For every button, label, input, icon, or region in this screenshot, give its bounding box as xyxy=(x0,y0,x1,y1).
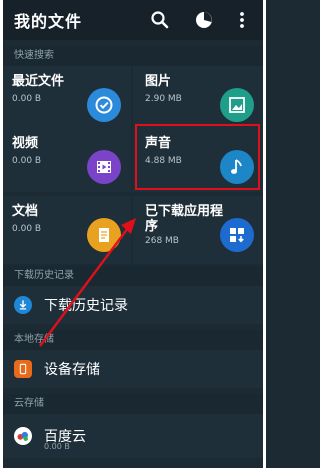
row-sub: 0.00 B xyxy=(44,442,70,451)
phone-icon xyxy=(14,360,32,378)
row-download-history[interactable]: 下载历史记录 xyxy=(0,286,266,324)
clock-icon xyxy=(87,88,121,122)
cloud-icon xyxy=(14,427,32,445)
film-icon xyxy=(87,150,121,184)
image-icon xyxy=(220,88,254,122)
section-download-history: 下载历史记录 xyxy=(0,266,266,286)
more-vert-icon[interactable] xyxy=(232,10,252,30)
section-local-storage: 本地存储 xyxy=(0,330,266,350)
pie-chart-icon[interactable] xyxy=(194,10,214,30)
tile-documents[interactable]: 文档 0.00 B xyxy=(0,196,131,264)
download-icon xyxy=(14,296,32,314)
page-title: 我的文件 xyxy=(14,12,83,31)
tile-videos[interactable]: 视频 0.00 B xyxy=(0,128,131,192)
tile-label: 文档 xyxy=(12,204,39,219)
row-label: 设备存储 xyxy=(44,362,100,378)
row-baidu-cloud[interactable]: 百度云 0.00 B xyxy=(0,414,266,458)
row-device-storage[interactable]: 设备存储 xyxy=(0,350,266,388)
tile-size: 0.00 B xyxy=(12,94,42,104)
tile-label: 图片 xyxy=(145,74,172,89)
highlight-box xyxy=(135,124,260,190)
row-label: 下载历史记录 xyxy=(44,298,128,314)
tile-images[interactable]: 图片 2.90 MB xyxy=(133,66,264,130)
tile-label: 已下载应用程序 xyxy=(145,204,224,234)
tile-size: 268 MB xyxy=(145,236,179,246)
document-icon xyxy=(87,218,121,252)
tile-size: 0.00 B xyxy=(12,156,42,166)
tile-size: 2.90 MB xyxy=(145,94,182,104)
tile-downloaded-apps[interactable]: 已下载应用程序 268 MB xyxy=(133,196,264,264)
tile-label: 最近文件 xyxy=(12,74,65,89)
section-cloud-storage: 云存储 xyxy=(0,394,266,414)
section-quick-search: 快速搜索 xyxy=(0,46,266,66)
tile-size: 0.00 B xyxy=(12,224,42,234)
apps-download-icon xyxy=(220,218,254,252)
tile-recent-files[interactable]: 最近文件 0.00 B xyxy=(0,66,131,130)
search-icon[interactable] xyxy=(150,10,170,30)
app-bar: 我的文件 xyxy=(0,0,266,40)
tile-label: 视频 xyxy=(12,136,39,151)
